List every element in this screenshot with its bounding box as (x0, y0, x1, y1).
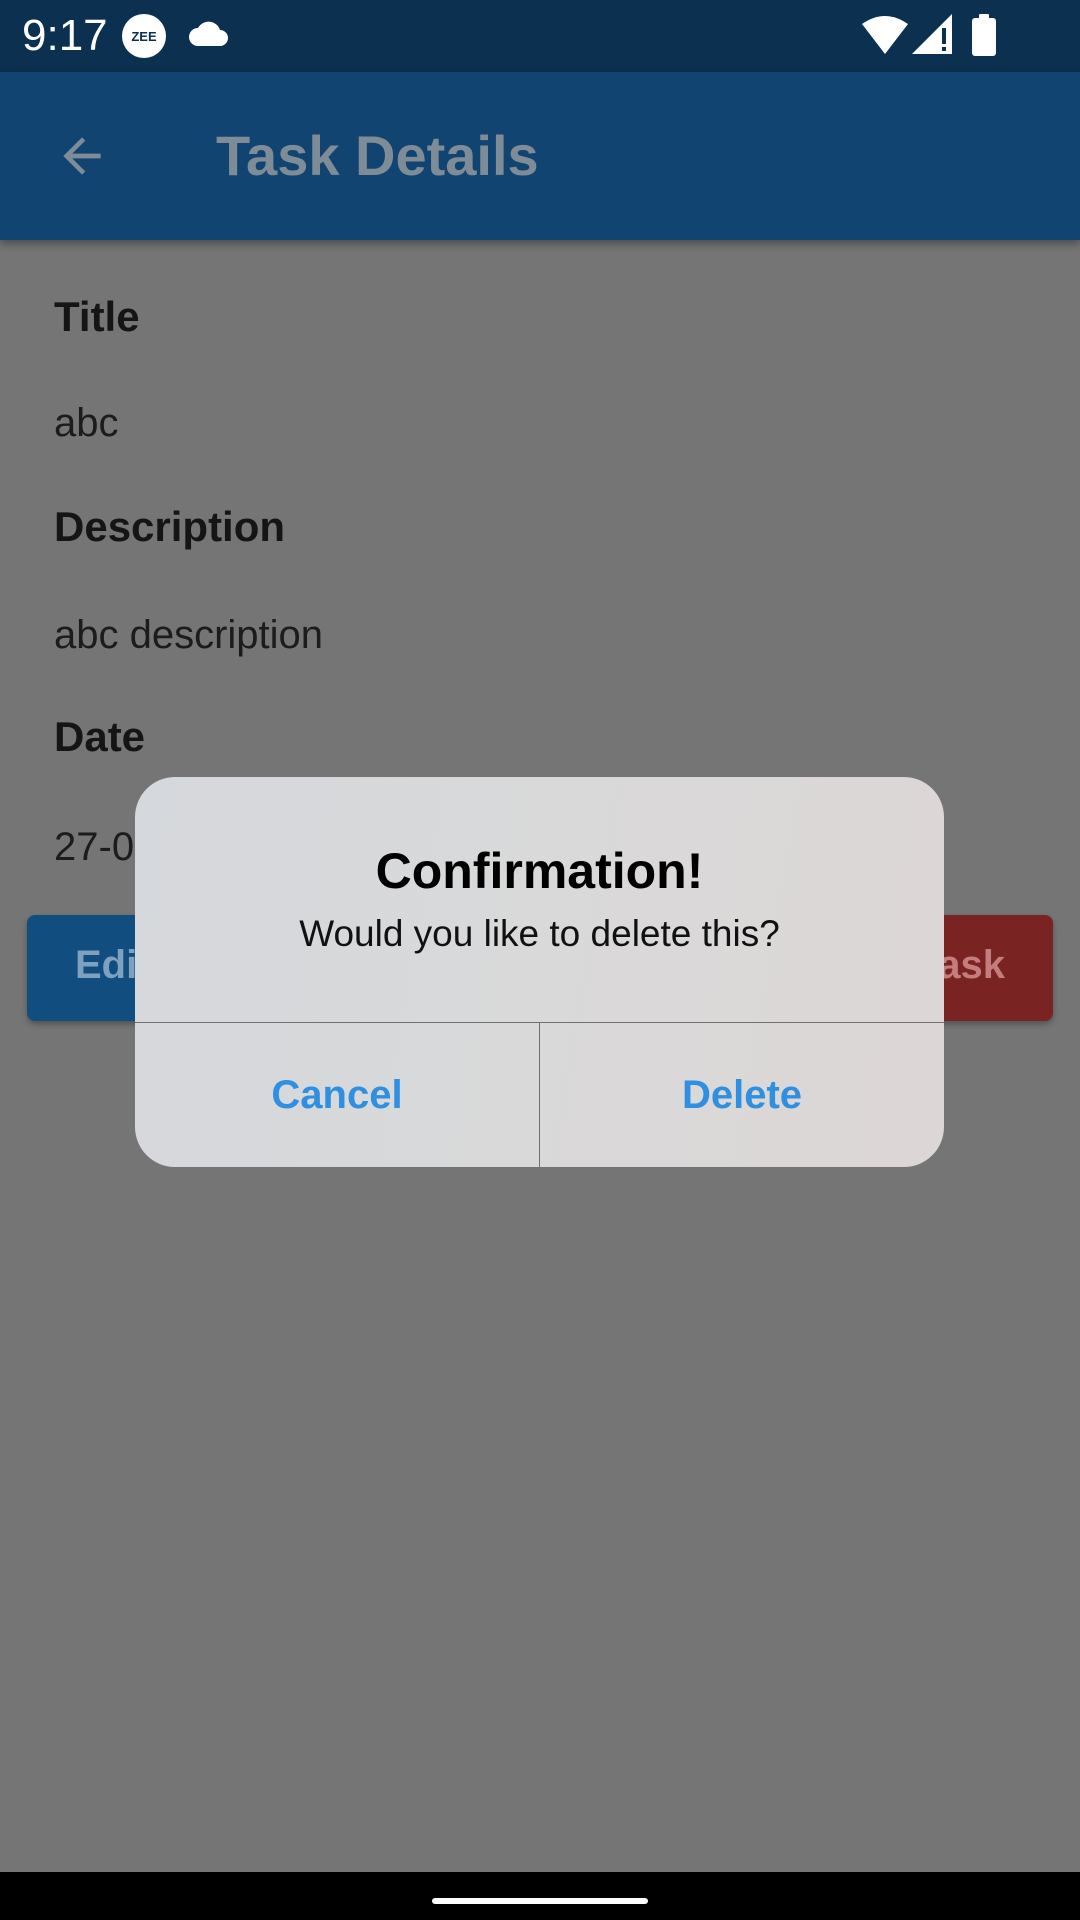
dialog-title: Confirmation! (375, 843, 704, 899)
app-bar: Task Details (0, 72, 1080, 240)
status-bar: 9:17 ZEE (0, 0, 1080, 72)
description-value: abc description (54, 613, 324, 657)
arrow-back-icon[interactable] (54, 128, 110, 184)
home-indicator[interactable] (432, 1898, 648, 1904)
title-label: Title (54, 293, 140, 340)
edit-task-label: Edi (75, 943, 138, 987)
date-value: 27-0 (54, 825, 135, 869)
cloud-icon (189, 21, 228, 46)
title-value: abc (54, 401, 119, 445)
zee-app-icon: ZEE (122, 14, 166, 58)
description-label: Description (54, 503, 286, 550)
cancel-button[interactable]: Cancel (135, 1023, 539, 1167)
dialog-message: Would you like to delete this? (299, 913, 780, 954)
status-time: 9:17 (22, 11, 108, 60)
date-label: Date (54, 713, 146, 760)
delete-task-label: ask (938, 943, 1005, 987)
navigation-bar (0, 1872, 1080, 1920)
page-title: Task Details (216, 124, 539, 187)
signal-icon (912, 14, 952, 54)
battery-icon (972, 14, 996, 56)
confirmation-dialog: Confirmation! Would you like to delete t… (135, 777, 944, 1167)
wifi-icon (862, 16, 908, 54)
confirm-delete-button[interactable]: Delete (540, 1023, 944, 1167)
